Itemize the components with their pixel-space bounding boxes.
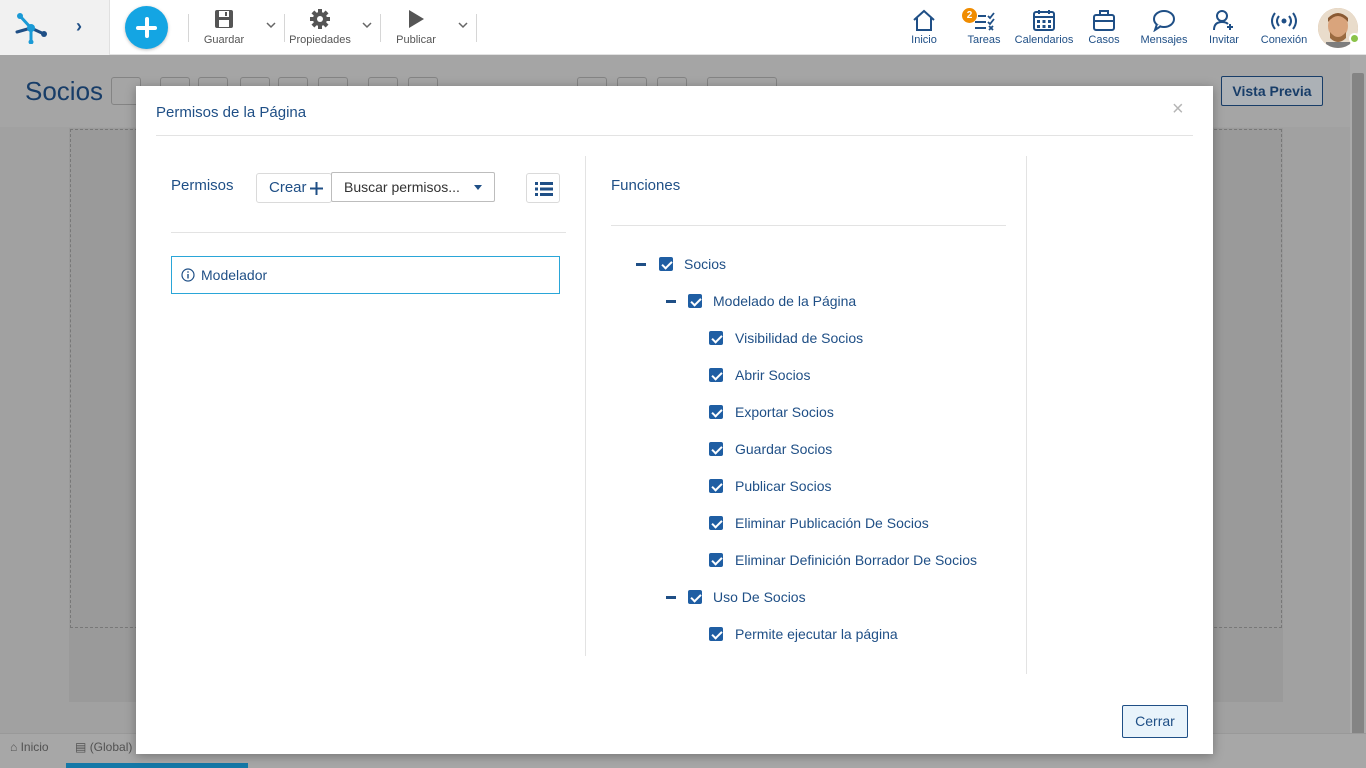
toolbar-divider bbox=[284, 14, 285, 42]
tree-node-label: Abrir Socios bbox=[735, 367, 811, 383]
chevron-down-icon[interactable] bbox=[458, 20, 468, 30]
chevron-down-icon[interactable] bbox=[266, 20, 276, 30]
crear-button[interactable]: Crear bbox=[256, 173, 332, 203]
chat-bubble-icon bbox=[1153, 10, 1175, 32]
chevron-down-icon[interactable] bbox=[362, 20, 372, 30]
caret-down-icon bbox=[474, 185, 482, 190]
checkbox[interactable] bbox=[688, 590, 702, 604]
tree-node-label: Exportar Socios bbox=[735, 404, 834, 420]
save-icon bbox=[215, 10, 233, 28]
funciones-divider bbox=[611, 225, 1006, 226]
panel-divider bbox=[1026, 156, 1027, 674]
crear-label: Crear bbox=[269, 179, 307, 196]
logo-cell: › bbox=[0, 0, 110, 55]
permission-item-modelador[interactable]: Modelador bbox=[171, 256, 560, 294]
nav-invitar-label: Invitar bbox=[1209, 34, 1239, 46]
nav-calendarios[interactable]: Calendarios bbox=[1014, 8, 1074, 48]
nav-calendarios-label: Calendarios bbox=[1014, 34, 1074, 46]
app-logo-icon[interactable] bbox=[14, 10, 50, 44]
tree-node-label: Eliminar Publicación De Socios bbox=[735, 515, 929, 531]
nav-conexion-label: Conexión bbox=[1260, 34, 1308, 46]
permisos-heading: Permisos bbox=[171, 177, 234, 194]
collapse-icon[interactable] bbox=[636, 263, 646, 266]
tree-node-label: Modelado de la Página bbox=[713, 293, 857, 309]
nav-mensajes[interactable]: Mensajes bbox=[1138, 8, 1190, 48]
permission-item-label: Modelador bbox=[201, 267, 268, 283]
add-user-icon bbox=[1213, 10, 1233, 31]
connection-icon bbox=[1271, 12, 1297, 30]
nav-invitar[interactable]: Invitar bbox=[1204, 8, 1244, 48]
nav-casos[interactable]: Casos bbox=[1084, 8, 1124, 48]
checkbox[interactable] bbox=[709, 442, 723, 456]
toolbar-divider bbox=[188, 14, 189, 42]
chevron-right-icon[interactable]: › bbox=[76, 16, 82, 37]
cerrar-button[interactable]: Cerrar bbox=[1122, 705, 1188, 738]
gear-icon bbox=[310, 9, 330, 29]
add-button[interactable] bbox=[125, 6, 168, 49]
publicar-label: Publicar bbox=[396, 34, 436, 46]
permission-search-dropdown[interactable]: Buscar permisos... bbox=[331, 172, 495, 202]
permissions-dialog: Permisos de la Página × Permisos Crear B… bbox=[136, 86, 1213, 754]
checkbox[interactable] bbox=[709, 516, 723, 530]
home-icon bbox=[913, 9, 935, 31]
propiedades-button[interactable]: Propiedades bbox=[288, 8, 352, 48]
plus-icon bbox=[310, 182, 323, 195]
tree-node-label: Eliminar Definición Borrador De Socios bbox=[735, 552, 977, 568]
nav-tareas-label: Tareas bbox=[967, 34, 1001, 46]
tareas-badge: 2 bbox=[962, 8, 977, 23]
checkbox[interactable] bbox=[709, 479, 723, 493]
checkbox[interactable] bbox=[709, 331, 723, 345]
checkbox[interactable] bbox=[709, 405, 723, 419]
info-icon bbox=[181, 268, 195, 282]
permisos-divider bbox=[171, 232, 566, 233]
dialog-title: Permisos de la Página bbox=[156, 104, 307, 121]
play-icon bbox=[409, 10, 424, 28]
list-icon bbox=[535, 182, 553, 196]
list-view-button[interactable] bbox=[526, 173, 560, 203]
toolbar-divider bbox=[380, 14, 381, 42]
tree-node-label: Uso De Socios bbox=[713, 589, 806, 605]
top-toolbar: › Guardar Propiedades Publicar Inicio 2 … bbox=[0, 0, 1366, 55]
calendar-icon bbox=[1033, 10, 1055, 31]
nav-inicio[interactable]: Inicio bbox=[904, 8, 944, 48]
permission-search-value: Buscar permisos... bbox=[344, 179, 460, 195]
tree-node-label: Socios bbox=[684, 256, 727, 272]
nav-conexion[interactable]: Conexión bbox=[1256, 8, 1312, 48]
guardar-button[interactable]: Guardar bbox=[200, 8, 248, 48]
briefcase-icon bbox=[1093, 10, 1115, 31]
online-status-icon bbox=[1349, 33, 1360, 44]
checkbox[interactable] bbox=[709, 627, 723, 641]
close-icon[interactable]: × bbox=[1172, 98, 1184, 121]
collapse-icon[interactable] bbox=[666, 300, 676, 303]
tree-node-label: Publicar Socios bbox=[735, 478, 832, 494]
tree-node-label: Guardar Socios bbox=[735, 441, 833, 457]
dialog-divider bbox=[156, 135, 1193, 136]
checkbox[interactable] bbox=[659, 257, 673, 271]
checkbox[interactable] bbox=[709, 553, 723, 567]
tree-node-label: Visibilidad de Socios bbox=[735, 330, 864, 346]
collapse-icon[interactable] bbox=[666, 596, 676, 599]
nav-inicio-label: Inicio bbox=[911, 34, 937, 46]
funciones-heading: Funciones bbox=[611, 177, 681, 194]
guardar-label: Guardar bbox=[203, 34, 245, 46]
checkbox[interactable] bbox=[709, 368, 723, 382]
tree-node-label: Permite ejecutar la página bbox=[735, 626, 898, 642]
checkbox[interactable] bbox=[688, 294, 702, 308]
publicar-button[interactable]: Publicar bbox=[392, 8, 440, 48]
propiedades-label: Propiedades bbox=[289, 34, 351, 46]
nav-tareas[interactable]: 2 Tareas bbox=[962, 8, 1006, 48]
toolbar-divider bbox=[476, 14, 477, 42]
nav-mensajes-label: Mensajes bbox=[1140, 34, 1188, 46]
nav-casos-label: Casos bbox=[1088, 34, 1120, 46]
panel-divider bbox=[585, 156, 586, 656]
